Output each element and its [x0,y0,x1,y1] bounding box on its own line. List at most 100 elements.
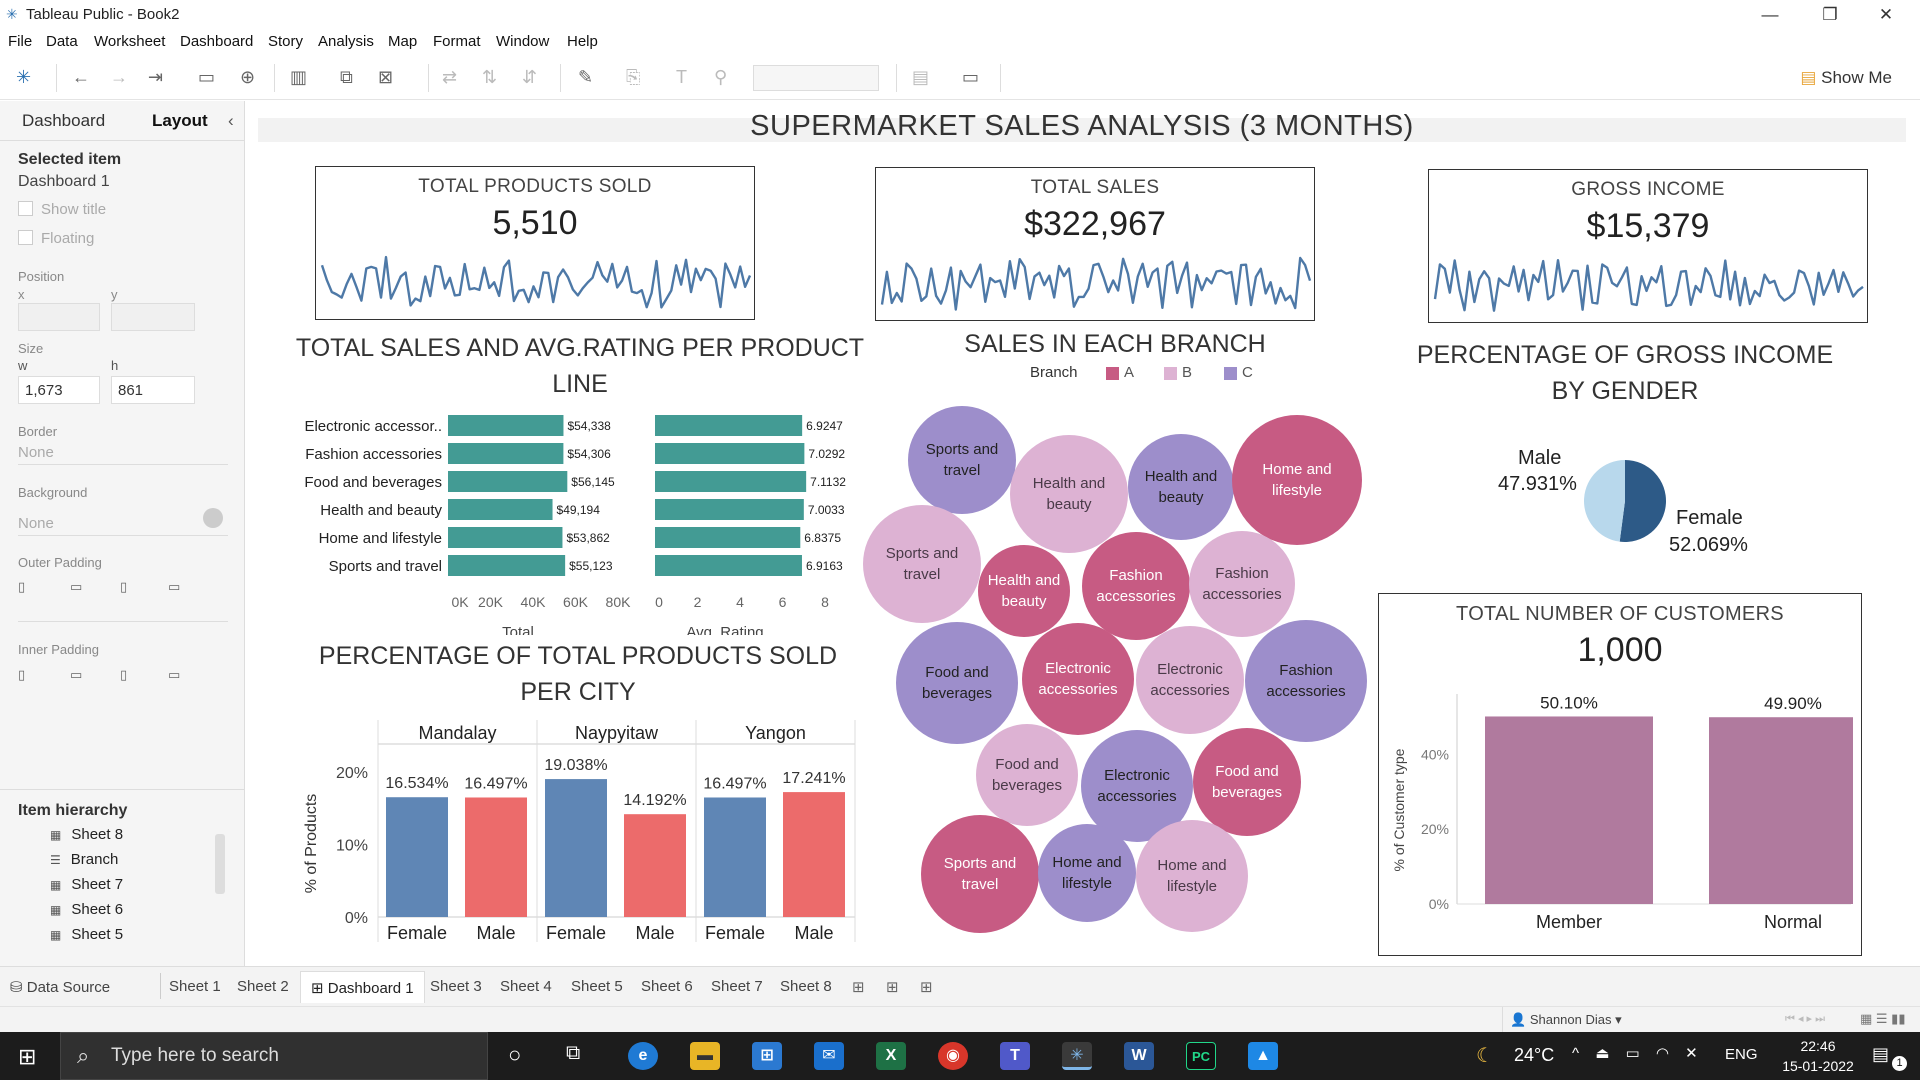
branch-bubble[interactable]: Fashion accessories [1189,531,1295,637]
weather-icon[interactable]: ☾ [1476,1043,1494,1068]
outer-padding-controls[interactable]: ▯ ▭ ▯ ▭ [18,579,228,609]
branch-bubble[interactable]: Electronic accessories [1136,626,1244,734]
undo-icon[interactable]: ← [72,67,90,88]
tab-sheet-7[interactable]: Sheet 7 [711,978,763,995]
word-icon[interactable]: W [1124,1042,1154,1070]
padding-top-icon[interactable]: ▭ [70,579,82,595]
show-mark-labels-icon[interactable]: T [676,67,687,88]
branch-bubble[interactable]: Home and lifestyle [1232,415,1362,545]
height-field[interactable]: 861 [111,376,195,404]
branch-bubble[interactable]: Health and beauty [978,545,1070,637]
clear-sheet-icon[interactable]: ⊠ [378,67,393,88]
collapse-panel-icon[interactable]: ‹ [228,111,234,131]
show-me-button[interactable]: ▤ Show Me [1800,68,1892,88]
branch-bubble[interactable]: Health and beauty [1128,434,1234,540]
branch-bubble[interactable]: Fashion accessories [1082,532,1190,640]
menu-help[interactable]: Help [567,33,598,50]
branch-bubble[interactable]: Food and beverages [976,724,1078,826]
view-mode-icons[interactable]: ▦ ☰ ▮▮ [1860,1011,1905,1027]
background-color-swatch[interactable] [203,508,223,528]
hierarchy-item-sheet-6[interactable]: ▦ Sheet 6 [50,901,123,918]
hierarchy-scrollbar[interactable] [215,834,225,894]
photos-icon[interactable]: ▲ [1248,1042,1278,1070]
position-x-field[interactable] [18,303,100,331]
tableau-home-icon[interactable]: ✳ [16,67,31,88]
language-indicator[interactable]: ENG [1725,1046,1758,1063]
hierarchy-item-sheet-8[interactable]: ▦ Sheet 8 [50,826,123,843]
system-tray-icons[interactable]: ^ ⏏ ▭ ◠ ✕ [1572,1044,1704,1062]
padding-bottom-icon[interactable]: ▭ [168,579,180,595]
hierarchy-item-sheet-7[interactable]: ▦ Sheet 7 [50,876,123,893]
branch-bubble[interactable]: Food and beverages [896,622,1018,744]
tableau-taskbar-icon[interactable]: ✳ [1062,1042,1092,1070]
tab-sheet-6[interactable]: Sheet 6 [641,978,693,995]
branch-bubble[interactable]: Home and lifestyle [1038,824,1136,922]
maximize-button[interactable]: ❐ [1810,2,1850,28]
city-products-chart[interactable]: 20% 10% 0% % of Products Mandalay 16.534% Fema… [290,712,860,942]
padding-left-icon[interactable]: ▯ [18,579,25,595]
kpi-gross-income[interactable]: GROSS INCOME $15,379 [1428,169,1868,323]
tab-sheet-8[interactable]: Sheet 8 [780,978,832,995]
show-title-checkbox[interactable]: Show title [18,201,106,218]
padding-right-icon[interactable]: ▯ [120,579,127,595]
notification-icon[interactable]: ▤ [1872,1044,1889,1065]
presentation-mode-icon[interactable]: ▭ [962,67,979,88]
new-worksheet-icon[interactable]: ⊞ [852,978,865,996]
padding-right-icon[interactable]: ▯ [120,667,127,683]
sheet-nav-icons[interactable]: ⏮ ◂ ▸ ⏭ [1785,1012,1825,1026]
branch-bubble[interactable]: Electronic accessories [1022,623,1134,735]
menu-story[interactable]: Story [268,33,303,50]
background-dropdown[interactable]: None [18,515,54,532]
kpi-total-sales[interactable]: TOTAL SALES $322,967 [875,167,1315,321]
chrome-icon[interactable]: ◉ [938,1042,968,1070]
gender-pie-chart[interactable] [1580,456,1670,546]
branch-bubble[interactable]: Food and beverages [1193,728,1301,836]
show-cards-icon[interactable]: ▤ [912,67,929,88]
taskbar-search-input[interactable]: ⌕ Type here to search [60,1032,488,1080]
position-y-field[interactable] [111,303,195,331]
tab-dashboard[interactable]: Dashboard [22,111,105,131]
minimize-button[interactable]: — [1750,2,1790,28]
border-dropdown[interactable]: None [18,444,54,461]
branch-bubble[interactable]: Sports and travel [908,406,1016,514]
user-menu[interactable]: 👤 Shannon Dias ▾ [1510,1012,1622,1028]
add-data-source-icon[interactable]: ⊕ [240,67,255,88]
temperature[interactable]: 24°C [1514,1045,1554,1066]
menu-dashboard[interactable]: Dashboard [180,33,253,50]
highlight-icon[interactable]: ✎ [578,67,593,88]
customer-type-chart[interactable]: 40% 20% 0% % of Customer type 50.10% Member 49… [1383,680,1853,950]
tab-dashboard-1[interactable]: ⊞ Dashboard 1 [300,971,425,1003]
redo-icon[interactable]: → [110,67,128,88]
new-story-icon[interactable]: ⊞ [920,978,933,996]
width-field[interactable]: 1,673 [18,376,100,404]
fix-axes-icon[interactable]: ⚲ [714,67,727,88]
swap-rows-columns-icon[interactable]: ⇄ [442,67,457,88]
cortana-icon[interactable]: ○ [508,1042,521,1068]
branch-legend[interactable]: Branch A B C [1030,364,1290,386]
windows-start-icon[interactable]: ⊞ [18,1044,36,1070]
duplicate-sheet-icon[interactable]: ⧉ [340,67,353,88]
padding-bottom-icon[interactable]: ▭ [168,667,180,683]
tab-layout[interactable]: Layout [152,111,208,131]
group-members-icon[interactable]: ⎘ [626,67,640,88]
tab-sheet-5[interactable]: Sheet 5 [571,978,623,995]
hierarchy-item-sheet-5[interactable]: ▦ Sheet 5 [50,926,123,943]
menu-file[interactable]: File [8,33,32,50]
save-icon[interactable]: ▭ [198,67,215,88]
fit-dropdown[interactable] [753,65,879,91]
task-view-icon[interactable]: ⧉ [566,1042,580,1065]
tab-sheet-2[interactable]: Sheet 2 [237,978,289,995]
kpi-total-products-sold[interactable]: TOTAL PRODUCTS SOLD 5,510 [315,166,755,320]
teams-icon[interactable]: T [1000,1042,1030,1070]
branch-bubble[interactable]: Health and beauty [1010,435,1128,553]
padding-top-icon[interactable]: ▭ [70,667,82,683]
hierarchy-item-branch[interactable]: ☰ Branch [50,851,118,868]
menu-map[interactable]: Map [388,33,417,50]
edge-icon[interactable]: e [628,1042,658,1070]
padding-left-icon[interactable]: ▯ [18,667,25,683]
inner-padding-controls[interactable]: ▯ ▭ ▯ ▭ [18,667,228,697]
file-explorer-icon[interactable]: ▬ [690,1042,720,1070]
close-button[interactable]: ✕ [1866,2,1906,28]
data-source-tab[interactable]: ⛁ Data Source [10,978,110,996]
tab-sheet-1[interactable]: Sheet 1 [169,978,221,995]
